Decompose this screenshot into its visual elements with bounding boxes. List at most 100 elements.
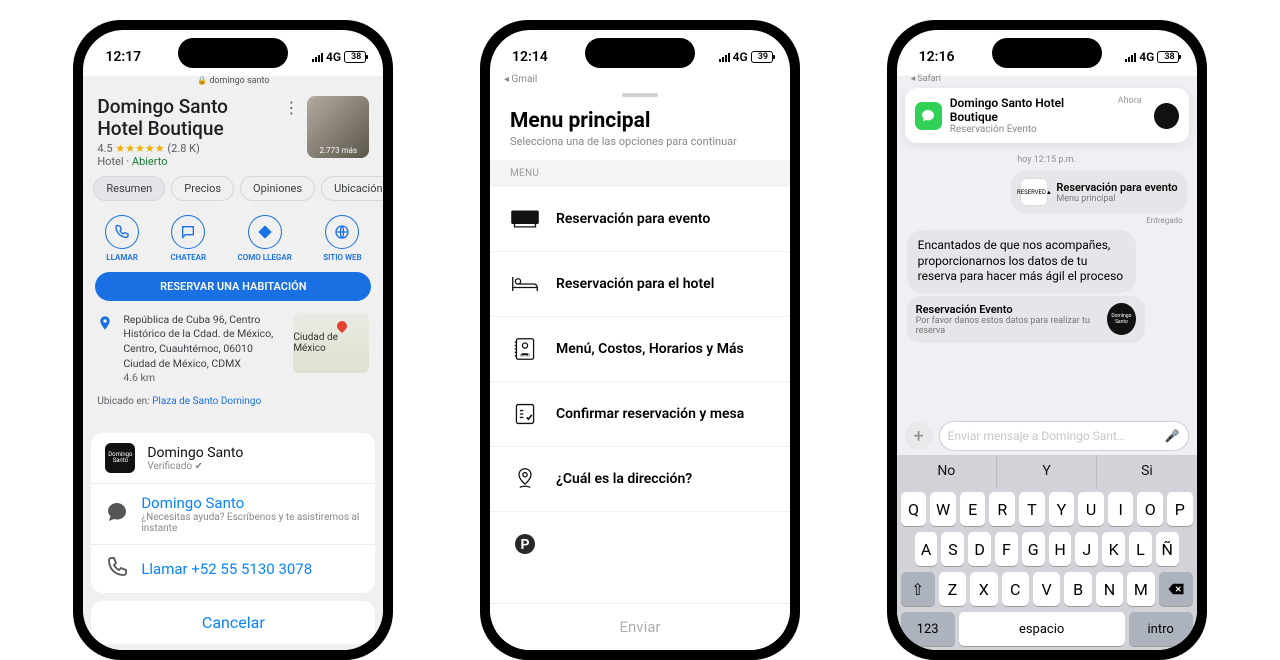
mic-icon[interactable]: 🎤	[1165, 429, 1180, 443]
location-pin-icon	[510, 465, 540, 493]
banner-subtitle: Reservación Evento	[950, 124, 1110, 135]
quicktype-suggestion[interactable]: No	[897, 455, 996, 487]
key-n[interactable]: N	[1096, 572, 1123, 606]
kb-row-4: 123 espacio intro	[901, 612, 1193, 646]
kb-row-2: A S D F G H J K L Ñ	[901, 532, 1193, 566]
key-m[interactable]: M	[1127, 572, 1154, 606]
received-card-reserva[interactable]: Reservación EventoPor favor danos estos …	[907, 296, 1145, 343]
key-h[interactable]: H	[1049, 532, 1072, 566]
phone-3: 12:16 4G 38 ◂ Safari Domingo Santo Hotel…	[887, 20, 1207, 660]
banner-time: Ahora	[1118, 96, 1142, 106]
network-label: 4G	[1139, 50, 1154, 64]
menu-item-evento[interactable]: RESERVED Reservación para evento	[490, 187, 790, 252]
key-z[interactable]: Z	[939, 572, 966, 606]
menu-section-header: MENU	[490, 160, 790, 187]
key-s[interactable]: S	[941, 532, 964, 566]
sheet-chat-row[interactable]: Domingo Santo¿Necesitas ayuda? Escríbeno…	[91, 483, 375, 544]
key-e[interactable]: E	[960, 492, 986, 526]
quicktype-bar: No Y Si	[897, 455, 1197, 487]
notch	[992, 38, 1102, 68]
back-safari-link[interactable]: ◂ Safari	[897, 74, 1197, 84]
clock: 12:16	[919, 49, 955, 65]
sheet-business-row: DomingoSanto Domingo SantoVerificado ✔︎	[91, 433, 375, 483]
compose-input[interactable]: Enviar mensaje a Domingo Sant… 🎤	[939, 421, 1189, 451]
key-f[interactable]: F	[995, 532, 1018, 566]
screen-1: 12:17 4G 38 🔒 domingo santo Domingo Sant…	[83, 30, 383, 650]
key-nn[interactable]: Ñ	[1156, 532, 1179, 566]
key-x[interactable]: X	[970, 572, 997, 606]
key-space[interactable]: espacio	[959, 612, 1125, 646]
notch	[178, 38, 288, 68]
screen-3: 12:16 4G 38 ◂ Safari Domingo Santo Hotel…	[897, 30, 1197, 650]
notification-banner[interactable]: Domingo Santo Hotel Boutique Reservación…	[905, 88, 1189, 143]
svg-text:RESERVED: RESERVED	[512, 216, 538, 222]
chat-bubble-icon	[105, 500, 129, 528]
menu-item-parking[interactable]: P	[490, 512, 790, 576]
sheet-call-row[interactable]: Llamar +52 55 5130 3078	[91, 544, 375, 593]
key-r[interactable]: R	[989, 492, 1015, 526]
delivered-label: Entregado	[907, 216, 1183, 225]
menu-item-menu[interactable]: MENU Menú, Costos, Horarios y Más	[490, 317, 790, 382]
action-sheet: DomingoSanto Domingo SantoVerificado ✔︎ …	[91, 433, 375, 644]
business-logo: DomingoSanto	[105, 443, 135, 473]
send-button[interactable]: Enviar	[490, 603, 790, 650]
menu-item-direccion[interactable]: ¿Cuál es la dirección?	[490, 447, 790, 512]
kb-row-3: ⇧ Z X C V B N M	[901, 572, 1193, 606]
key-j[interactable]: J	[1075, 532, 1098, 566]
key-a[interactable]: A	[915, 532, 938, 566]
key-k[interactable]: K	[1102, 532, 1125, 566]
quicktype-suggestion[interactable]: Si	[1096, 455, 1196, 487]
sheet-cancel-button[interactable]: Cancelar	[91, 601, 375, 644]
message-thread[interactable]: hoy 12:15 p.m. RESERVED▲ Reservación par…	[897, 143, 1197, 417]
key-t[interactable]: T	[1019, 492, 1045, 526]
menu-item-confirmar[interactable]: Confirmar reservación y mesa	[490, 382, 790, 447]
key-d[interactable]: D	[968, 532, 991, 566]
sent-card-evento[interactable]: RESERVED▲ Reservación para eventoMenu pr…	[1011, 171, 1186, 213]
back-gmail-link[interactable]: ◂ Gmail	[490, 74, 790, 85]
verified-label: Verificado ✔︎	[147, 461, 243, 472]
battery-icon	[1157, 51, 1179, 63]
reserved-icon: RESERVED	[510, 205, 540, 233]
key-123[interactable]: 123	[901, 612, 955, 646]
compose-bar: + Enviar mensaje a Domingo Sant… 🎤	[897, 417, 1197, 455]
compose-plus-button[interactable]: +	[905, 422, 933, 450]
business-logo: DomingoSanto	[1107, 303, 1136, 335]
signal-bars-icon	[312, 52, 323, 62]
key-o[interactable]: O	[1137, 492, 1163, 526]
banner-business-logo	[1154, 103, 1179, 129]
key-y[interactable]: Y	[1049, 492, 1075, 526]
phone-2: 12:14 4G 39 ◂ Gmail Menu principal Selec…	[480, 20, 800, 660]
battery-icon	[344, 51, 366, 63]
battery-icon	[751, 51, 773, 63]
keyboard: Q W E R T Y U I O P A S D F G H	[897, 487, 1197, 650]
key-u[interactable]: U	[1078, 492, 1104, 526]
signal-bars-icon	[719, 52, 730, 62]
key-b[interactable]: B	[1064, 572, 1091, 606]
key-p[interactable]: P	[1167, 492, 1193, 526]
sheet-grabber[interactable]	[622, 93, 658, 97]
received-message: Encantados de que nos acompañes, proporc…	[907, 230, 1137, 293]
phone-icon	[105, 555, 129, 583]
notch	[585, 38, 695, 68]
key-w[interactable]: W	[930, 492, 956, 526]
key-backspace[interactable]	[1159, 572, 1193, 606]
svg-text:P: P	[520, 537, 529, 553]
kb-row-1: Q W E R T Y U I O P	[901, 492, 1193, 526]
key-v[interactable]: V	[1033, 572, 1060, 606]
bed-icon	[510, 270, 540, 298]
key-shift[interactable]: ⇧	[901, 572, 935, 606]
key-enter[interactable]: intro	[1129, 612, 1193, 646]
key-q[interactable]: Q	[901, 492, 927, 526]
thread-timestamp: hoy 12:15 p.m.	[907, 155, 1187, 165]
network-label: 4G	[326, 50, 341, 64]
key-g[interactable]: G	[1022, 532, 1045, 566]
phone-1: 12:17 4G 38 🔒 domingo santo Domingo Sant…	[73, 20, 393, 660]
key-c[interactable]: C	[1002, 572, 1029, 606]
reserved-icon: RESERVED▲	[1020, 178, 1048, 206]
menu-item-hotel[interactable]: Reservación para el hotel	[490, 252, 790, 317]
quicktype-suggestion[interactable]: Y	[996, 455, 1096, 487]
key-i[interactable]: I	[1108, 492, 1134, 526]
network-label: 4G	[733, 50, 748, 64]
clock: 12:17	[105, 49, 141, 65]
key-l[interactable]: L	[1129, 532, 1152, 566]
